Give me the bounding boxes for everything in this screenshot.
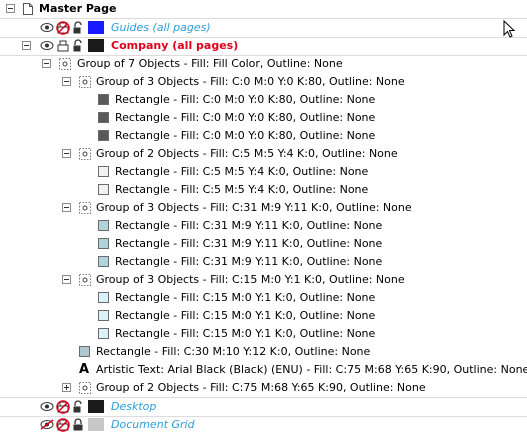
fill-swatch <box>98 184 109 195</box>
group-icon <box>79 76 91 88</box>
tree-label-rectangle: Rectangle - Fill: C:31 M:9 Y:11 K:0, Out… <box>115 237 383 250</box>
tree-row-rectangle[interactable]: Rectangle - Fill: C:0 M:0 Y:0 K:80, Outl… <box>0 109 527 127</box>
fill-swatch <box>98 220 109 231</box>
mouse-cursor-icon <box>503 20 516 38</box>
fill-swatch <box>98 328 109 339</box>
group-icon <box>79 274 91 286</box>
unlock-icon[interactable] <box>72 400 84 414</box>
layer-label-desktop: Desktop <box>111 400 157 413</box>
tree-row-group[interactable]: Group of 2 Objects - Fill: C:75 M:68 Y:6… <box>0 379 527 397</box>
collapse-group-toggle[interactable] <box>62 203 71 212</box>
tree-row-rectangle[interactable]: Rectangle - Fill: C:5 M:5 Y:4 K:0, Outli… <box>0 163 527 181</box>
collapse-group-toggle[interactable] <box>62 275 71 284</box>
tree-label-group: Group of 3 Objects - Fill: C:15 M:0 Y:1 … <box>96 273 405 286</box>
tree-row-rectangle[interactable]: Rectangle - Fill: C:31 M:9 Y:11 K:0, Out… <box>0 235 527 253</box>
tree-row-group[interactable]: Group of 3 Objects - Fill: C:31 M:9 Y:11… <box>0 199 527 217</box>
tree-row-rectangle[interactable]: Rectangle - Fill: C:30 M:10 Y:12 K:0, Ou… <box>0 343 527 361</box>
master-page-row[interactable]: Master Page <box>0 0 527 19</box>
fill-swatch <box>98 310 109 321</box>
collapse-company-toggle[interactable] <box>22 41 31 50</box>
tree-row-rectangle[interactable]: Rectangle - Fill: C:31 M:9 Y:11 K:0, Out… <box>0 253 527 271</box>
tree-row-rectangle[interactable]: Rectangle - Fill: C:15 M:0 Y:1 K:0, Outl… <box>0 307 527 325</box>
tree-row-rectangle[interactable]: Rectangle - Fill: C:5 M:5 Y:4 K:0, Outli… <box>0 181 527 199</box>
artistic-text-icon: A <box>79 362 90 377</box>
layer-row-document-grid[interactable]: Document Grid <box>0 416 527 434</box>
collapse-group7-toggle[interactable] <box>42 59 51 68</box>
page-icon <box>23 3 33 15</box>
tree-label-rectangle: Rectangle - Fill: C:30 M:10 Y:12 K:0, Ou… <box>96 345 371 358</box>
tree-label-rectangle: Rectangle - Fill: C:15 M:0 Y:1 K:0, Outl… <box>115 327 376 340</box>
group-icon <box>59 58 71 70</box>
layer-row-desktop[interactable]: Desktop <box>0 397 527 417</box>
layer-label-guides: Guides (all pages) <box>111 21 211 34</box>
layer-color-swatch[interactable] <box>88 418 104 431</box>
master-page-label: Master Page <box>39 2 117 15</box>
printer-icon[interactable] <box>56 39 70 53</box>
layer-label-document-grid: Document Grid <box>111 418 195 431</box>
tree-label-artistic-text: Artistic Text: Arial Black (Black) (ENU)… <box>96 363 527 376</box>
fill-swatch <box>98 94 109 105</box>
tree-row-group[interactable]: Group of 2 Objects - Fill: C:5 M:5 Y:4 K… <box>0 145 527 163</box>
tree-label-rectangle: Rectangle - Fill: C:31 M:9 Y:11 K:0, Out… <box>115 219 383 232</box>
fill-swatch <box>98 130 109 141</box>
layer-row-guides[interactable]: Guides (all pages) <box>0 19 527 38</box>
tree-label-group7: Group of 7 Objects - Fill: Fill Color, O… <box>77 57 343 70</box>
tree-row-artistic-text[interactable]: A Artistic Text: Arial Black (Black) (EN… <box>0 361 527 379</box>
layer-row-company[interactable]: Company (all pages) <box>0 37 527 56</box>
collapse-group-toggle[interactable] <box>62 77 71 86</box>
layer-label-company: Company (all pages) <box>111 39 239 52</box>
layer-color-swatch[interactable] <box>88 39 104 52</box>
tree-label-rectangle: Rectangle - Fill: C:31 M:9 Y:11 K:0, Out… <box>115 255 383 268</box>
tree-row-rectangle[interactable]: Rectangle - Fill: C:0 M:0 Y:0 K:80, Outl… <box>0 127 527 145</box>
group-icon <box>79 148 91 160</box>
collapse-group-toggle[interactable] <box>62 149 71 158</box>
tree-label-rectangle: Rectangle - Fill: C:0 M:0 Y:0 K:80, Outl… <box>115 111 376 124</box>
lock-icon[interactable] <box>72 418 84 432</box>
tree-label-rectangle: Rectangle - Fill: C:15 M:0 Y:1 K:0, Outl… <box>115 309 376 322</box>
print-disabled-icon[interactable] <box>56 418 70 432</box>
tree-label-rectangle: Rectangle - Fill: C:5 M:5 Y:4 K:0, Outli… <box>115 183 369 196</box>
tree-label-group: Group of 2 Objects - Fill: C:5 M:5 Y:4 K… <box>96 147 398 160</box>
tree-row-group[interactable]: Group of 3 Objects - Fill: C:0 M:0 Y:0 K… <box>0 73 527 91</box>
fill-swatch <box>98 166 109 177</box>
tree-label-rectangle: Rectangle - Fill: C:0 M:0 Y:0 K:80, Outl… <box>115 93 376 106</box>
tree-row-group[interactable]: Group of 3 Objects - Fill: C:15 M:0 Y:1 … <box>0 271 527 289</box>
print-disabled-icon[interactable] <box>56 400 70 414</box>
fill-swatch <box>98 112 109 123</box>
tree-row-rectangle[interactable]: Rectangle - Fill: C:0 M:0 Y:0 K:80, Outl… <box>0 91 527 109</box>
tree-row-rectangle[interactable]: Rectangle - Fill: C:15 M:0 Y:1 K:0, Outl… <box>0 325 527 343</box>
layer-color-swatch[interactable] <box>88 400 104 413</box>
fill-swatch <box>98 256 109 267</box>
visibility-eye-hidden-icon[interactable] <box>40 419 54 430</box>
visibility-eye-icon[interactable] <box>40 22 54 33</box>
tree-label-group: Group of 3 Objects - Fill: C:31 M:9 Y:11… <box>96 201 412 214</box>
tree-row-group7[interactable]: Group of 7 Objects - Fill: Fill Color, O… <box>0 55 527 73</box>
unlock-icon[interactable] <box>72 21 84 35</box>
fill-swatch <box>79 346 90 357</box>
tree-label-group: Group of 3 Objects - Fill: C:0 M:0 Y:0 K… <box>96 75 405 88</box>
layer-color-swatch[interactable] <box>88 21 104 34</box>
tree-row-rectangle[interactable]: Rectangle - Fill: C:15 M:0 Y:1 K:0, Outl… <box>0 289 527 307</box>
tree-label-rectangle: Rectangle - Fill: C:5 M:5 Y:4 K:0, Outli… <box>115 165 369 178</box>
tree-row-rectangle[interactable]: Rectangle - Fill: C:31 M:9 Y:11 K:0, Out… <box>0 217 527 235</box>
group-icon <box>79 382 91 394</box>
tree-label-rectangle: Rectangle - Fill: C:15 M:0 Y:1 K:0, Outl… <box>115 291 376 304</box>
visibility-eye-icon[interactable] <box>40 401 54 412</box>
expand-group-toggle[interactable] <box>62 383 71 392</box>
fill-swatch <box>98 292 109 303</box>
fill-swatch <box>98 238 109 249</box>
tree-label-rectangle: Rectangle - Fill: C:0 M:0 Y:0 K:80, Outl… <box>115 129 376 142</box>
tree-label-group: Group of 2 Objects - Fill: C:75 M:68 Y:6… <box>96 381 426 394</box>
unlock-icon[interactable] <box>72 39 84 53</box>
print-disabled-icon[interactable] <box>56 21 70 35</box>
visibility-eye-icon[interactable] <box>40 40 54 51</box>
group-icon <box>79 202 91 214</box>
collapse-master-toggle[interactable] <box>6 4 15 13</box>
